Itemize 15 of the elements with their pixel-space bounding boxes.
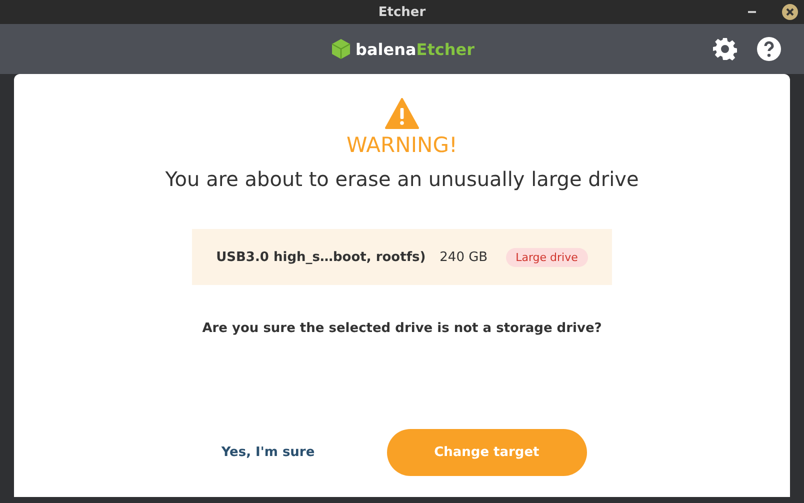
drive-size: 240 GB bbox=[440, 250, 488, 264]
dialog-heading: You are about to erase an unusually large drive bbox=[165, 167, 639, 191]
confirmation-question: Are you sure the selected drive is not a storage drive? bbox=[202, 321, 602, 336]
large-drive-badge: Large drive bbox=[506, 248, 588, 266]
drive-name: USB3.0 high_s…boot, rootfs) bbox=[216, 250, 426, 264]
warning-icon bbox=[385, 98, 419, 129]
warning-label: WARNING! bbox=[346, 133, 458, 157]
close-icon[interactable] bbox=[782, 4, 798, 20]
settings-icon[interactable] bbox=[713, 37, 737, 61]
logo-product: Etcher bbox=[416, 40, 474, 58]
cube-icon bbox=[330, 38, 352, 60]
help-icon[interactable] bbox=[757, 37, 781, 61]
confirm-link[interactable]: Yes, I'm sure bbox=[211, 445, 325, 460]
window-title: Etcher bbox=[378, 4, 426, 20]
logo-brand: balena bbox=[356, 40, 416, 58]
